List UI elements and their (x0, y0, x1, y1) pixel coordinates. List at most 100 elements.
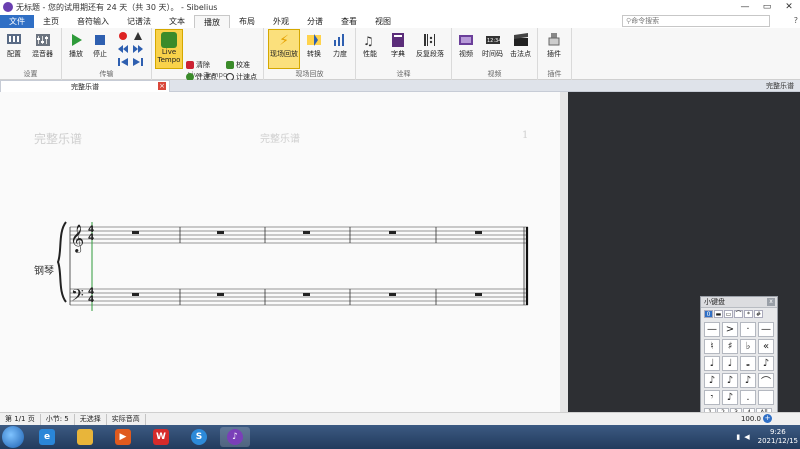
start-button[interactable] (2, 426, 24, 448)
taskbar-media-player[interactable]: ▶ (108, 427, 138, 447)
keypad-key-15[interactable]: ♪ (740, 373, 756, 388)
score-view[interactable]: 完整乐谱 完整乐谱 1 钢琴 𝄞 𝄢 4 4 4 4 (0, 92, 568, 412)
mixer-button[interactable]: 混音器 (32, 32, 53, 59)
tab-review[interactable]: 查看 (332, 15, 366, 28)
keypad-close-button[interactable]: x (767, 298, 775, 306)
play-button[interactable]: 播放 (68, 32, 84, 59)
command-search-input[interactable] (631, 17, 752, 25)
fast-forward-icon[interactable] (133, 44, 143, 54)
close-window-button[interactable]: ✕ (778, 0, 800, 14)
keypad-key-3[interactable]: · (740, 322, 756, 337)
tab-note-input[interactable]: 音符输入 (68, 15, 118, 28)
taskbar-wps[interactable]: W (146, 427, 176, 447)
tab-view[interactable]: 视图 (366, 15, 400, 28)
full-score-tab[interactable]: 完整乐谱 × (0, 80, 170, 92)
tab-play[interactable]: 播放 (194, 15, 230, 28)
keypad-key-14[interactable]: ♪ (722, 373, 738, 388)
record-icon[interactable] (118, 31, 128, 41)
tab-layout[interactable]: 布局 (230, 15, 264, 28)
tab-file[interactable]: 文件 (0, 15, 34, 28)
convert-button[interactable]: 转换 (306, 32, 322, 59)
keypad-key-16[interactable]: ⌒ (758, 373, 774, 388)
verify-button[interactable]: 校准 (226, 60, 250, 70)
taskbar-explorer[interactable] (70, 427, 100, 447)
group-label-video: 视频 (487, 70, 502, 78)
playback-return-button[interactable]: ⚡ 现场回放 (268, 29, 300, 69)
metronome-icon[interactable] (133, 31, 143, 41)
keypad-key-5[interactable]: ♮ (704, 339, 720, 354)
stop-icon (95, 35, 105, 45)
keypad-key-9[interactable]: ♩ (704, 356, 720, 371)
minimize-button[interactable]: — (734, 0, 756, 14)
play-icon (72, 34, 82, 46)
keypad-layout-4[interactable]: ⌒ (734, 310, 743, 318)
keypad-key-4[interactable]: — (758, 322, 774, 337)
keypad-layout-common[interactable]: 0 (704, 310, 713, 318)
performance-button[interactable]: ♫ 性能 (362, 32, 378, 59)
keypad-layout-5[interactable]: * (744, 310, 753, 318)
zoom-in-icon[interactable]: + (763, 414, 772, 423)
hitpoints-button[interactable]: 击法点 (510, 32, 531, 59)
network-icon[interactable]: ▮ (736, 433, 740, 441)
timecode-button[interactable]: 12:34 时间码 (482, 32, 503, 59)
close-tab-icon[interactable]: × (158, 82, 166, 90)
keypad-key-18[interactable]: ♪ (722, 390, 738, 405)
dynamics-button[interactable]: 力度 (332, 32, 348, 59)
rewind-icon[interactable] (118, 44, 128, 54)
score-selector[interactable]: 完整乐谱 (766, 81, 794, 91)
tab-parts[interactable]: 分谱 (298, 15, 332, 28)
keypad-key-11[interactable]: 𝅝 (740, 356, 756, 371)
video-icon (459, 35, 473, 45)
keypad-key-2[interactable]: > (722, 322, 738, 337)
mixer-icon (35, 34, 50, 46)
dictionary-button[interactable]: 字典 (390, 32, 406, 59)
volume-icon[interactable]: ◀ (744, 433, 749, 441)
clock[interactable]: 9:26 2021/12/15 (758, 428, 798, 446)
video-button[interactable]: 视频 (458, 32, 474, 59)
taskbar-ie[interactable]: e (32, 427, 62, 447)
keypad-key-6[interactable]: ♯ (722, 339, 738, 354)
keypad-key-7[interactable]: ♭ (740, 339, 756, 354)
keypad-layout-3[interactable]: ▭ (724, 310, 733, 318)
keypad-key-13[interactable]: ♪ (704, 373, 720, 388)
group-label-plugins: 插件 (547, 70, 562, 78)
repeat-sections-button[interactable]: 反复段落 (416, 32, 444, 59)
clear-button[interactable]: 清除 (186, 60, 210, 70)
keypad-key-1[interactable]: — (704, 322, 720, 337)
plugins-button[interactable]: 插件 (546, 32, 562, 59)
clapperboard-icon (513, 33, 528, 46)
zoom-control[interactable]: 100.0 + (741, 414, 772, 423)
keypad-key-10[interactable]: ♩ (722, 356, 738, 371)
tab-appearance[interactable]: 外观 (264, 15, 298, 28)
config-button[interactable]: 配置 (6, 32, 22, 59)
live-tempo-button[interactable]: Live Tempo (155, 29, 183, 69)
keypad-key-20[interactable] (758, 390, 774, 405)
keypad-key-8[interactable]: « (758, 339, 774, 354)
keypad-layout-2[interactable]: ▬ (714, 310, 723, 318)
svg-text:12:34: 12:34 (487, 38, 501, 44)
verify-icon (226, 61, 234, 69)
keypad-key-12[interactable]: ♪ (758, 356, 774, 371)
keypad-key-19[interactable]: . (740, 390, 756, 405)
maximize-button[interactable]: ▭ (756, 0, 778, 14)
tab-text[interactable]: 文本 (160, 15, 194, 28)
tab-home[interactable]: 主页 (34, 15, 68, 28)
keypad-key-17[interactable]: 𝄾 (704, 390, 720, 405)
command-search[interactable]: ⚲ (622, 15, 770, 27)
stop-button[interactable]: 停止 (92, 32, 108, 59)
go-start-icon[interactable] (118, 57, 128, 67)
taskbar-sogou[interactable]: S (184, 427, 214, 447)
score-page[interactable]: 完整乐谱 完整乐谱 1 钢琴 𝄞 𝄢 4 4 4 4 (0, 92, 560, 412)
status-page: 第 1/1 页 (0, 413, 41, 425)
help-icon[interactable]: ? (794, 16, 798, 25)
keypad-header[interactable]: 小键盘 x (701, 297, 777, 308)
system-tray: ▮ ◀ 9:26 2021/12/15 (736, 425, 798, 449)
go-end-icon[interactable] (133, 57, 143, 67)
performance-icon: ♫ (363, 34, 374, 48)
tab-notations[interactable]: 记谱法 (118, 15, 160, 28)
vertical-scrollbar[interactable] (560, 92, 568, 412)
ribbon: 配置 混音器 设置 播放 停止 传输 Live Tempo Live Tempo… (0, 28, 800, 93)
keypad-layout-6[interactable]: # (754, 310, 763, 318)
taskbar-sibelius[interactable]: ♪ (220, 427, 250, 447)
bass-clef-icon: 𝄢 (71, 285, 84, 309)
